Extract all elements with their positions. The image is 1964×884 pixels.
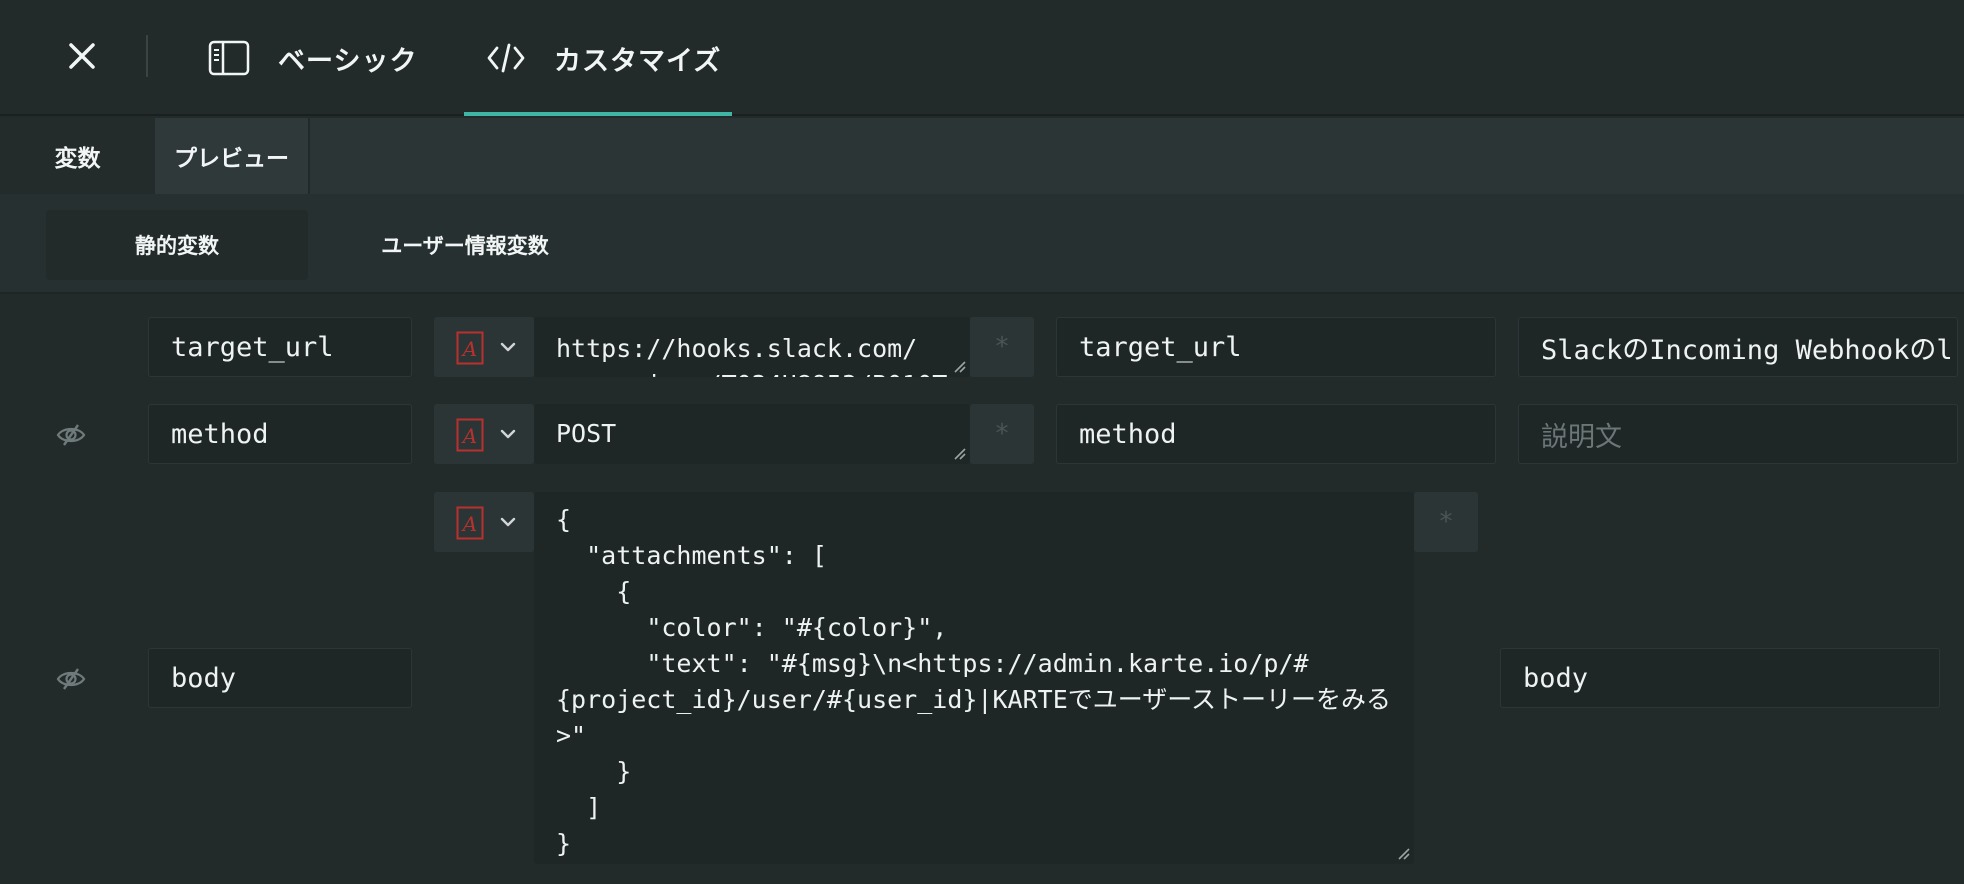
chevron-down-icon	[500, 517, 516, 527]
subtab-variables[interactable]: 変数	[0, 118, 155, 194]
variable-value-text: https://hooks.slack.com/ services/T024U8…	[556, 334, 947, 377]
toolbar-divider	[146, 35, 148, 77]
eye-slash-icon[interactable]	[56, 422, 86, 448]
segment-static-variables[interactable]: 静的変数	[46, 210, 308, 280]
required-marker: *	[970, 404, 1034, 464]
required-marker: *	[1414, 492, 1478, 552]
type-pdf-icon: A	[456, 331, 484, 365]
resize-handle-icon[interactable]	[1396, 846, 1410, 860]
segment-user-info-variables[interactable]: ユーザー情報変数	[338, 210, 592, 280]
sidebar-panel-icon	[208, 40, 250, 76]
chevron-down-icon	[500, 429, 516, 439]
tab-basic-label: ベーシック	[278, 45, 418, 77]
variable-label-input[interactable]: body	[1500, 648, 1940, 708]
variable-description-input[interactable]: SlackのIncoming Webhookのl	[1518, 317, 1958, 377]
variable-value-text: POST	[556, 419, 617, 448]
active-tab-indicator	[464, 112, 732, 116]
variable-value-textarea[interactable]: POST	[534, 404, 970, 464]
tab-basic[interactable]: ベーシック	[208, 0, 438, 116]
type-pdf-icon: A	[456, 418, 484, 452]
chevron-down-icon	[500, 342, 516, 352]
variable-type-segment: 静的変数 ユーザー情報変数	[0, 194, 1964, 294]
resize-handle-icon[interactable]	[952, 359, 966, 373]
type-pdf-icon: A	[456, 506, 484, 540]
svg-text:A: A	[461, 424, 477, 448]
variable-label-input[interactable]: method	[1056, 404, 1496, 464]
type-select[interactable]: A	[434, 317, 534, 377]
variable-name-input[interactable]: target_url	[148, 317, 412, 377]
subtab-preview[interactable]: プレビュー	[155, 118, 310, 194]
close-button[interactable]	[62, 36, 102, 76]
eye-slash-icon[interactable]	[56, 666, 86, 692]
resize-handle-icon[interactable]	[952, 446, 966, 460]
svg-text:A: A	[461, 337, 477, 361]
variable-name-input[interactable]: method	[148, 404, 412, 464]
type-select[interactable]: A	[434, 404, 534, 464]
subtab-bar: 変数 プレビュー	[0, 118, 1964, 194]
variable-description-input[interactable]: 説明文	[1518, 404, 1958, 464]
svg-text:A: A	[461, 512, 477, 536]
code-icon	[487, 43, 525, 73]
variable-value-textarea[interactable]: https://hooks.slack.com/ services/T024U8…	[534, 317, 970, 377]
variable-name-input[interactable]: body	[148, 648, 412, 708]
close-icon	[69, 43, 95, 69]
required-marker: *	[970, 317, 1034, 377]
variable-value-text: { "attachments": [ { "color": "#{color}"…	[556, 505, 1391, 858]
variable-label-input[interactable]: target_url	[1056, 317, 1496, 377]
tab-customize-label: カスタマイズ	[554, 45, 722, 77]
tab-customize[interactable]: カスタマイズ	[464, 0, 732, 116]
top-bar: ベーシック カスタマイズ	[0, 0, 1964, 116]
type-select[interactable]: A	[434, 492, 534, 552]
variable-value-textarea[interactable]: { "attachments": [ { "color": "#{color}"…	[534, 492, 1414, 864]
